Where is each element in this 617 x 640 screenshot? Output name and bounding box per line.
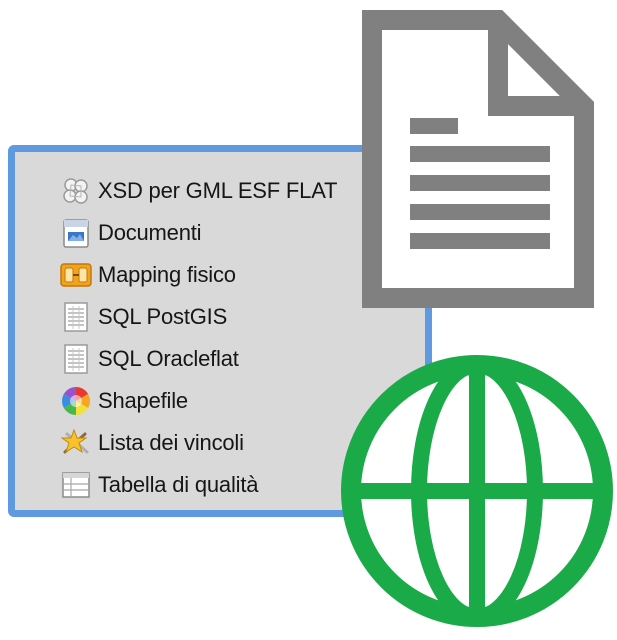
list-item-tabella-qualita[interactable]: Tabella di qualità (59, 464, 337, 506)
sql-sheet-icon (59, 342, 93, 376)
list-item-xsd-gml[interactable]: XSD per GML ESF FLAT (59, 170, 337, 212)
xsd-schema-icon (59, 174, 93, 208)
list-item-label: SQL PostGIS (98, 304, 228, 329)
document-icon (59, 216, 93, 250)
list-item-label: Documenti (98, 220, 202, 245)
list-item-sql-oracleflat[interactable]: SQL Oracleflat (59, 338, 337, 380)
sql-sheet-icon (59, 300, 93, 334)
list-item-label: SQL Oracleflat (98, 346, 239, 371)
color-wheel-icon (59, 384, 93, 418)
list-item-lista-vincoli[interactable]: Lista dei vincoli (59, 422, 337, 464)
list-item-label: Lista dei vincoli (98, 430, 244, 455)
list-item-label: XSD per GML ESF FLAT (98, 178, 338, 203)
list-item-documenti[interactable]: Documenti (59, 212, 337, 254)
list-item-sql-postgis[interactable]: SQL PostGIS (59, 296, 337, 338)
list-item-label: Mapping fisico (98, 262, 236, 287)
list-item-label: Tabella di qualità (98, 472, 259, 497)
list-item-label: Shapefile (98, 388, 188, 413)
composite-stage: XSD per GML ESF FLAT Documenti Mapping f… (0, 0, 617, 640)
list-item-shapefile[interactable]: Shapefile (59, 380, 337, 422)
globe-icon (338, 352, 616, 630)
file-text-icon (360, 8, 596, 310)
star-tools-icon (59, 426, 93, 460)
mapping-icon (59, 258, 93, 292)
table-icon (59, 468, 93, 502)
export-format-list: XSD per GML ESF FLAT Documenti Mapping f… (59, 170, 337, 506)
list-item-mapping-fisico[interactable]: Mapping fisico (59, 254, 337, 296)
